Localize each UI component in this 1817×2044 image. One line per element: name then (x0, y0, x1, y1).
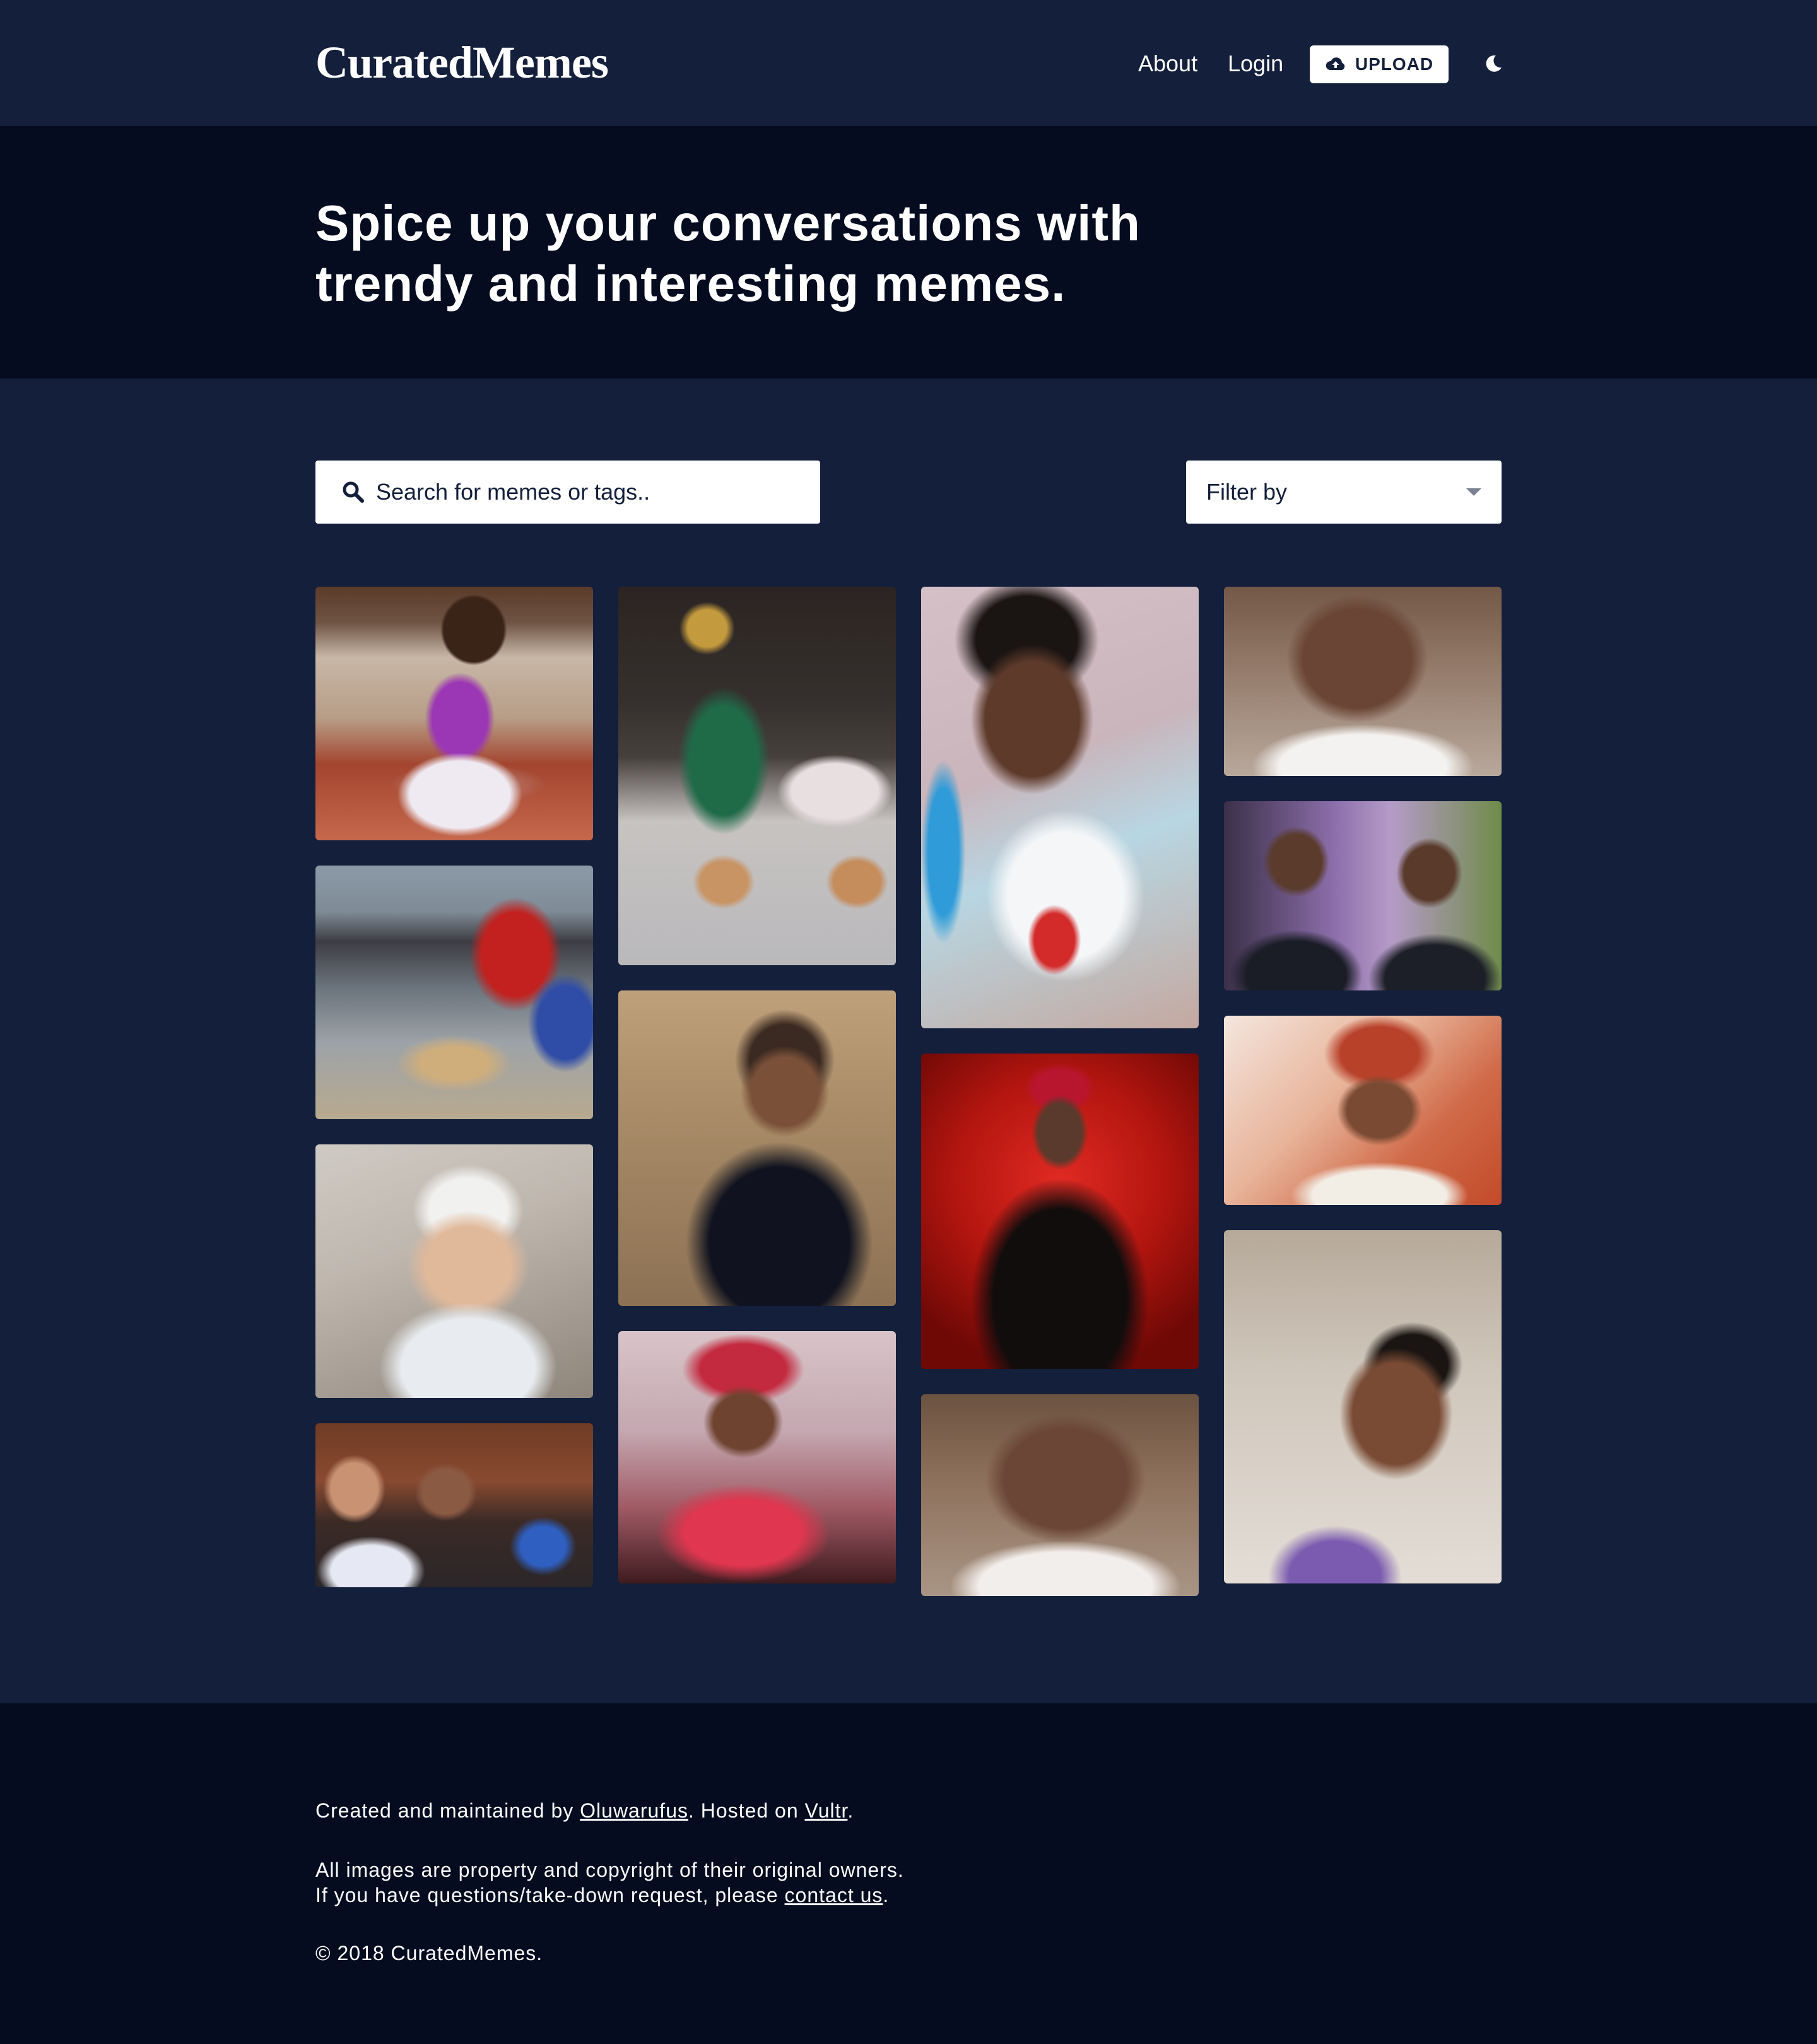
contact-us-link[interactable]: contact us (785, 1884, 883, 1906)
meme-people-at-table[interactable] (315, 866, 593, 1119)
hero-title: Spice up your conversations with trendy … (315, 193, 1262, 314)
meme-thinking-men[interactable] (1224, 801, 1502, 990)
footer-credit-suffix: . (847, 1799, 854, 1822)
hero-banner: Spice up your conversations with trendy … (0, 126, 1817, 379)
meme-man-embroidered-cap[interactable] (1224, 1016, 1502, 1205)
meme-crying-man[interactable] (1224, 587, 1502, 776)
moon-icon[interactable] (1484, 54, 1503, 73)
site-footer: Created and maintained by Oluwarufus. Ho… (0, 1703, 1817, 2044)
footer-copyright-notice: All images are property and copyright of… (315, 1857, 904, 1908)
hero-title-line-2: trendy and interesting memes. (315, 256, 1066, 312)
chevron-down-icon (1466, 488, 1481, 496)
cloud-upload-icon (1326, 57, 1345, 70)
footer-copyright: © 2018 CuratedMemes. (315, 1942, 543, 1965)
footer-copyright-line-1: All images are property and copyright of… (315, 1859, 904, 1881)
search-icon (343, 481, 364, 503)
meme-woman-red-beret[interactable] (618, 1331, 896, 1583)
nav-login-link[interactable]: Login (1228, 50, 1283, 77)
footer-credit-middle: . Hosted on (688, 1799, 805, 1822)
meme-smiling-toddler[interactable] (921, 587, 1199, 1028)
meme-baby-white-hat[interactable] (315, 1144, 593, 1398)
search-box[interactable] (315, 461, 820, 524)
nav-about-link[interactable]: About (1138, 50, 1197, 77)
meme-crying-man-2[interactable] (921, 1394, 1199, 1596)
meme-man-on-bed[interactable] (618, 587, 896, 965)
filter-select-label: Filter by (1206, 479, 1288, 505)
site-header: CuratedMemes About Login UPLOAD (0, 0, 1817, 126)
footer-copyright-line-2: If you have questions/take-down request,… (315, 1882, 904, 1908)
footer-credit-prefix: Created and maintained by (315, 1799, 580, 1822)
filter-select[interactable]: Filter by (1186, 461, 1502, 524)
meme-boy-looking-up[interactable] (1224, 1230, 1502, 1583)
meme-man-red-cap[interactable] (921, 1054, 1199, 1369)
meme-laughing-baby[interactable] (315, 587, 593, 840)
host-link[interactable]: Vultr (805, 1799, 848, 1822)
author-link[interactable]: Oluwarufus (580, 1799, 688, 1822)
hero-title-line-1: Spice up your conversations with (315, 195, 1141, 251)
site-logo[interactable]: CuratedMemes (315, 37, 609, 89)
upload-button[interactable]: UPLOAD (1310, 45, 1449, 83)
footer-credit: Created and maintained by Oluwarufus. Ho… (315, 1798, 854, 1823)
meme-shocked-women[interactable] (315, 1423, 593, 1587)
search-input[interactable] (376, 479, 805, 505)
meme-shouting-man[interactable] (618, 990, 896, 1306)
upload-button-label: UPLOAD (1355, 54, 1434, 74)
footer-copyright-line-2-suffix: . (883, 1884, 890, 1906)
footer-copyright-line-2-prefix: If you have questions/take-down request,… (315, 1884, 785, 1906)
